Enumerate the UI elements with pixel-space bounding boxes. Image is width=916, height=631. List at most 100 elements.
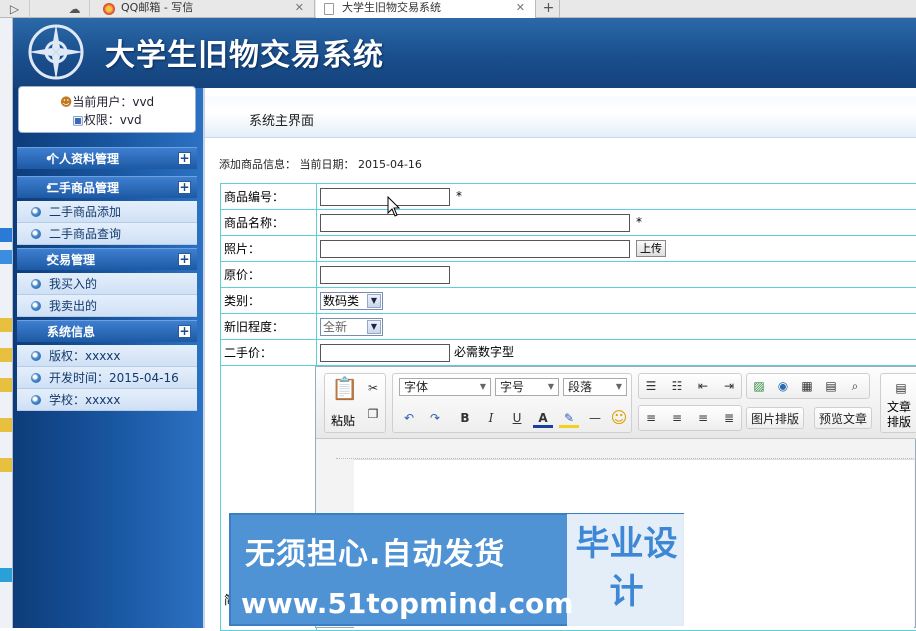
outdent-icon[interactable]: ⇤ (693, 376, 713, 396)
required-mark: * (636, 215, 642, 229)
second-price-input[interactable] (320, 344, 450, 362)
template-icon[interactable]: ▤ (821, 376, 841, 396)
app-icon[interactable] (0, 568, 12, 582)
horizontal-rule-icon[interactable]: — (585, 408, 605, 428)
align-right-icon[interactable]: ≡ (693, 408, 713, 428)
goods-id-input[interactable] (320, 188, 450, 206)
cloud-icon[interactable]: ☁ (60, 0, 90, 18)
folder-icon[interactable] (0, 418, 12, 432)
chevron-down-icon: ▼ (548, 379, 554, 395)
watermark-url: www.51topmind.com (241, 587, 573, 620)
date-line: 添加商品信息： 当前日期： 2015-04-16 (219, 156, 422, 172)
image-layout-button[interactable]: 图片排版 (746, 407, 804, 429)
bullet-icon (31, 279, 41, 289)
photo-input[interactable] (320, 240, 630, 258)
form-row-id: 商品编号： * (221, 184, 916, 210)
flash-icon[interactable]: ◉ (773, 376, 793, 396)
bullet-icon: • (45, 177, 53, 199)
preview-article-button[interactable]: 预览文章 (814, 407, 872, 429)
form-row-condition: 新旧程度： 全新▼ (221, 314, 916, 340)
download-icon[interactable] (0, 250, 12, 264)
sidebar-item-query-goods[interactable]: 二手商品查询 (17, 223, 197, 245)
paste-button[interactable]: 粘贴 (331, 412, 355, 429)
tab-trade-system[interactable]: 大学生旧物交易系统 ✕ (316, 0, 536, 18)
sidebar-section-goods[interactable]: • 二手商品管理 + (17, 176, 197, 198)
article-layout-button[interactable]: 文章排版 (887, 400, 913, 430)
bullet-icon (31, 207, 41, 217)
sidebar-item-copyright: 版权：xxxxx (17, 345, 197, 367)
find-icon[interactable]: ⌕ (845, 376, 865, 396)
size-select[interactable]: 字号▼ (495, 378, 559, 396)
underline-button[interactable]: U (507, 408, 527, 428)
undo-icon[interactable]: ↶ (399, 408, 419, 428)
font-select[interactable]: 字体▼ (399, 378, 491, 396)
bold-button[interactable]: B (455, 408, 475, 428)
sidebar-item-sold[interactable]: 我卖出的 (17, 295, 197, 317)
cut-icon[interactable]: ✂ (363, 378, 383, 398)
bullet-icon (31, 373, 41, 383)
expand-icon[interactable]: + (178, 152, 191, 165)
side-panel-icon[interactable] (0, 228, 12, 242)
close-icon[interactable]: ✕ (516, 0, 525, 16)
site-banner: 大学生旧物交易系统 (13, 18, 916, 88)
ordered-list-icon[interactable]: ☰ (641, 376, 661, 396)
field-label: 商品编号： (221, 184, 317, 210)
close-icon[interactable]: ✕ (295, 0, 304, 16)
user-info-box: ☻当前用户：vvd ▣权限：vvd (18, 86, 196, 133)
site-logo-icon (25, 22, 87, 82)
folder-icon[interactable] (0, 318, 12, 332)
folder-icon[interactable] (0, 378, 12, 392)
justify-icon[interactable]: ≣ (719, 408, 739, 428)
table-icon[interactable]: ▦ (797, 376, 817, 396)
upload-button[interactable]: 上传 (636, 240, 666, 257)
indent-icon[interactable]: ⇥ (719, 376, 739, 396)
sidebar-section-sysinfo[interactable]: 系统信息 + (17, 320, 197, 342)
paste-icon[interactable]: 📋 (331, 380, 357, 408)
expand-icon[interactable]: + (178, 325, 191, 338)
sidebar-section-trade[interactable]: • 交易管理 + (17, 248, 197, 270)
tab-qqmail[interactable]: QQ邮箱 - 写信 ✕ (95, 0, 315, 18)
expand-icon[interactable]: + (178, 253, 191, 266)
folder-icon[interactable] (0, 348, 12, 362)
sidebar-toggle-icon[interactable]: ▷ (0, 0, 30, 18)
original-price-input[interactable] (320, 266, 450, 284)
form-row-category: 类别： 数码类▼ (221, 288, 916, 314)
field-cell (317, 262, 916, 288)
align-left-icon[interactable]: ≡ (641, 408, 661, 428)
field-label: 二手价： (221, 340, 317, 366)
section-title: 系统信息 (47, 325, 95, 339)
field-label: 照片： (221, 236, 317, 262)
emoticon-icon[interactable]: ☺ (609, 408, 629, 428)
chevron-down-icon: ▼ (367, 320, 381, 334)
list-group: ☰ ☷ ⇤ ⇥ (638, 373, 742, 399)
goods-name-input[interactable] (320, 214, 630, 232)
field-label: 新旧程度： (221, 314, 317, 340)
align-center-icon[interactable]: ≡ (667, 408, 687, 428)
sidebar-section-profile[interactable]: • 个人资料管理 + (17, 147, 197, 169)
bullet-icon: • (45, 249, 53, 271)
sidebar: ☻当前用户：vvd ▣权限：vvd • 个人资料管理 + • 二手商品管理 + … (13, 88, 203, 628)
category-select[interactable]: 数码类▼ (320, 292, 383, 310)
sidebar-item-bought[interactable]: 我买入的 (17, 273, 197, 295)
condition-select[interactable]: 全新▼ (320, 318, 383, 336)
highlight-icon[interactable]: ✎ (559, 408, 579, 428)
article-layout-group: ▤ 文章排版 (880, 373, 916, 433)
qqmail-icon (103, 3, 115, 15)
unordered-list-icon[interactable]: ☷ (667, 376, 687, 396)
new-tab-button[interactable]: + (538, 0, 560, 18)
section-title: 个人资料管理 (47, 152, 119, 166)
redo-icon[interactable]: ↷ (425, 408, 445, 428)
user-icon: ☻ (60, 95, 73, 109)
sidebar-item-label: 我买入的 (49, 277, 97, 291)
paragraph-select[interactable]: 段落▼ (563, 378, 627, 396)
expand-icon[interactable]: + (178, 181, 191, 194)
chevron-down-icon: ▼ (367, 294, 381, 308)
folder-icon[interactable] (0, 458, 12, 472)
image-icon[interactable]: ▨ (749, 376, 769, 396)
section-title: 二手商品管理 (47, 181, 119, 195)
font-color-button[interactable]: A (533, 408, 553, 428)
sidebar-item-label: 二手商品添加 (49, 205, 121, 219)
italic-button[interactable]: I (481, 408, 501, 428)
sidebar-item-add-goods[interactable]: 二手商品添加 (17, 201, 197, 223)
copy-icon[interactable]: ❐ (363, 404, 383, 424)
